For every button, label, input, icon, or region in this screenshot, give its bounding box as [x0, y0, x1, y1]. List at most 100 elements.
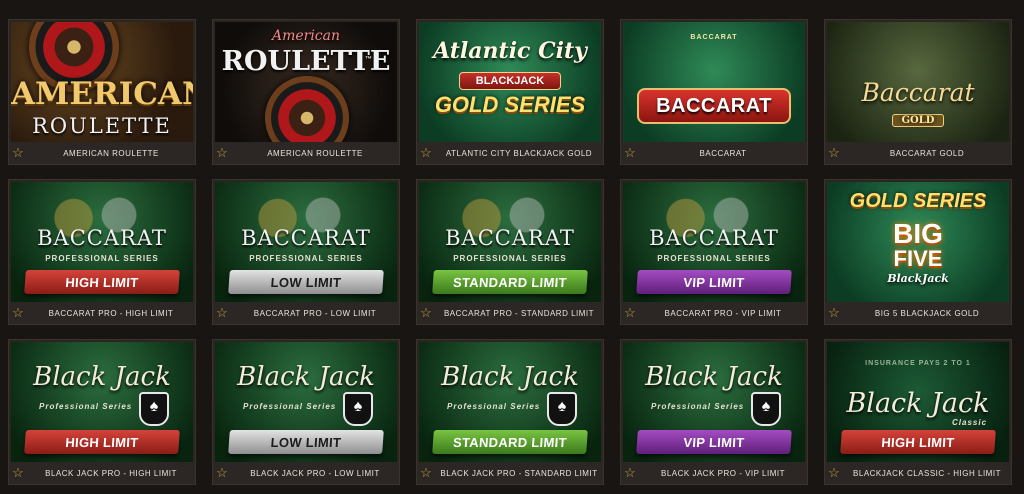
shield-icon [751, 392, 781, 426]
game-name[interactable]: BACCARAT PRO - STANDARD LIMIT [435, 309, 603, 318]
game-name[interactable]: BACCARAT [639, 149, 807, 158]
star-icon[interactable]: ☆ [9, 145, 27, 161]
art-subtitle: Classic [952, 418, 988, 427]
limit-ribbon: HIGH LIMIT [24, 270, 180, 294]
game-caption-bar: ☆ AMERICAN ROULETTE [213, 142, 399, 164]
star-icon[interactable]: ☆ [621, 305, 639, 321]
game-caption-bar: ☆ BLACK JACK PRO - STANDARD LIMIT [417, 462, 603, 484]
game-tile[interactable]: INSURANCE PAYS 2 TO 1 Black Jack Classic… [824, 339, 1012, 485]
game-caption-bar: ☆ ATLANTIC CITY BLACKJACK GOLD [417, 142, 603, 164]
game-name[interactable]: BLACK JACK PRO - HIGH LIMIT [27, 469, 195, 478]
game-thumbnail[interactable]: GOLD SERIES BIG FIVE BlackJack [827, 182, 1009, 304]
art-subtitle: Professional Series [243, 402, 337, 411]
limit-ribbon: HIGH LIMIT [24, 430, 180, 454]
game-name[interactable]: BLACKJACK CLASSIC - HIGH LIMIT [843, 469, 1011, 478]
game-name[interactable]: BACCARAT GOLD [843, 149, 1011, 158]
game-thumbnail[interactable]: BACCARAT BACCARAT [623, 22, 805, 144]
art-subtitle: PROFESSIONAL SERIES [249, 254, 363, 263]
game-thumbnail[interactable]: AMERICAN ROULETTE [11, 22, 193, 144]
game-caption-bar: ☆ BLACK JACK PRO - HIGH LIMIT [9, 462, 195, 484]
star-icon[interactable]: ☆ [417, 465, 435, 481]
game-caption-bar: ☆ BACCARAT GOLD [825, 142, 1011, 164]
art-subtitle: BlackJack [887, 272, 949, 285]
game-caption-bar: ☆ BACCARAT PRO - VIP LIMIT [621, 302, 807, 324]
art-title: AMERICAN [11, 76, 193, 112]
game-thumbnail[interactable]: BACCARAT PROFESSIONAL SERIES VIP LIMIT [623, 182, 805, 304]
game-caption-bar: ☆ BIG 5 BLACKJACK GOLD [825, 302, 1011, 324]
game-tile[interactable]: Atlantic City BLACKJACK GOLD SERIES ☆ AT… [416, 19, 604, 165]
game-thumbnail[interactable]: BACCARAT PROFESSIONAL SERIES STANDARD LI… [419, 182, 601, 304]
game-thumbnail[interactable]: Black Jack Professional Series HIGH LIMI… [11, 342, 193, 464]
game-caption-bar: ☆ BLACK JACK PRO - VIP LIMIT [621, 462, 807, 484]
game-name[interactable]: BLACK JACK PRO - VIP LIMIT [639, 469, 807, 478]
star-icon[interactable]: ☆ [213, 465, 231, 481]
game-name[interactable]: AMERICAN ROULETTE [231, 149, 399, 158]
star-icon[interactable]: ☆ [825, 305, 843, 321]
game-name[interactable]: BLACK JACK PRO - STANDARD LIMIT [435, 469, 603, 478]
game-tile[interactable]: BACCARAT PROFESSIONAL SERIES VIP LIMIT ☆… [620, 179, 808, 325]
game-tile[interactable]: Black Jack Professional Series VIP LIMIT… [620, 339, 808, 485]
game-thumbnail[interactable]: BACCARAT PROFESSIONAL SERIES LOW LIMIT [215, 182, 397, 304]
art-title: Black Jack [33, 362, 171, 392]
art-title: American [271, 28, 341, 44]
game-thumbnail[interactable]: BACCARAT PROFESSIONAL SERIES HIGH LIMIT [11, 182, 193, 304]
star-icon[interactable]: ☆ [621, 465, 639, 481]
star-icon[interactable]: ☆ [9, 465, 27, 481]
game-caption-bar: ☆ AMERICAN ROULETTE [9, 142, 195, 164]
star-icon[interactable]: ☆ [825, 465, 843, 481]
star-icon[interactable]: ☆ [417, 305, 435, 321]
game-thumbnail[interactable]: INSURANCE PAYS 2 TO 1 Black Jack Classic… [827, 342, 1009, 464]
game-name[interactable]: BIG 5 BLACKJACK GOLD [843, 309, 1011, 318]
game-thumbnail[interactable]: American ROULETTE ™ [215, 22, 397, 144]
game-thumbnail[interactable]: Baccarat GOLD [827, 22, 1009, 144]
game-tile[interactable]: GOLD SERIES BIG FIVE BlackJack ☆ BIG 5 B… [824, 179, 1012, 325]
game-tile[interactable]: BACCARAT BACCARAT ☆ BACCARAT [620, 19, 808, 165]
star-icon[interactable]: ☆ [213, 305, 231, 321]
limit-ribbon: HIGH LIMIT [840, 430, 996, 454]
art-title: BACCARAT [637, 88, 791, 124]
art-title: BACCARAT [37, 226, 167, 250]
star-icon[interactable]: ☆ [825, 145, 843, 161]
game-name[interactable]: AMERICAN ROULETTE [27, 149, 195, 158]
game-name[interactable]: ATLANTIC CITY BLACKJACK GOLD [435, 149, 603, 158]
game-tile[interactable]: AMERICAN ROULETTE ☆ AMERICAN ROULETTE [8, 19, 196, 165]
shield-icon [343, 392, 373, 426]
game-thumbnail[interactable]: Atlantic City BLACKJACK GOLD SERIES [419, 22, 601, 144]
art-series: GOLD SERIES [849, 190, 987, 212]
limit-ribbon: STANDARD LIMIT [432, 430, 588, 454]
art-title: Black Jack [441, 362, 579, 392]
game-thumbnail[interactable]: Black Jack Professional Series STANDARD … [419, 342, 601, 464]
art-title: BACCARAT [445, 226, 575, 250]
star-icon[interactable]: ☆ [621, 145, 639, 161]
game-thumbnail[interactable]: Black Jack Professional Series VIP LIMIT [623, 342, 805, 464]
game-tile[interactable]: Black Jack Professional Series HIGH LIMI… [8, 339, 196, 485]
game-caption-bar: ☆ BACCARAT PRO - LOW LIMIT [213, 302, 399, 324]
roulette-wheel-image [265, 76, 349, 144]
limit-ribbon: VIP LIMIT [636, 270, 792, 294]
game-name[interactable]: BACCARAT PRO - HIGH LIMIT [27, 309, 195, 318]
game-tile[interactable]: Baccarat GOLD ☆ BACCARAT GOLD [824, 19, 1012, 165]
game-tile[interactable]: Black Jack Professional Series STANDARD … [416, 339, 604, 485]
star-icon[interactable]: ☆ [417, 145, 435, 161]
game-thumbnail[interactable]: Black Jack Professional Series LOW LIMIT [215, 342, 397, 464]
game-tile[interactable]: BACCARAT PROFESSIONAL SERIES STANDARD LI… [416, 179, 604, 325]
star-icon[interactable]: ☆ [9, 305, 27, 321]
art-subtitle: ROULETTE [32, 114, 172, 138]
game-caption-bar: ☆ BACCARAT PRO - STANDARD LIMIT [417, 302, 603, 324]
limit-ribbon: STANDARD LIMIT [432, 270, 588, 294]
art-subtitle: Professional Series [39, 402, 133, 411]
shield-icon [139, 392, 169, 426]
game-caption-bar: ☆ BLACK JACK PRO - LOW LIMIT [213, 462, 399, 484]
limit-ribbon: LOW LIMIT [228, 270, 384, 294]
game-tile[interactable]: American ROULETTE ™ ☆ AMERICAN ROULETTE [212, 19, 400, 165]
art-title: BACCARAT [649, 226, 779, 250]
game-name[interactable]: BACCARAT PRO - LOW LIMIT [231, 309, 399, 318]
game-name[interactable]: BACCARAT PRO - VIP LIMIT [639, 309, 807, 318]
game-tile[interactable]: Black Jack Professional Series LOW LIMIT… [212, 339, 400, 485]
game-tile[interactable]: BACCARAT PROFESSIONAL SERIES HIGH LIMIT … [8, 179, 196, 325]
star-icon[interactable]: ☆ [213, 145, 231, 161]
game-name[interactable]: BLACK JACK PRO - LOW LIMIT [231, 469, 399, 478]
art-subtitle: Professional Series [651, 402, 745, 411]
game-tile[interactable]: BACCARAT PROFESSIONAL SERIES LOW LIMIT ☆… [212, 179, 400, 325]
art-subtitle: PROFESSIONAL SERIES [45, 254, 159, 263]
